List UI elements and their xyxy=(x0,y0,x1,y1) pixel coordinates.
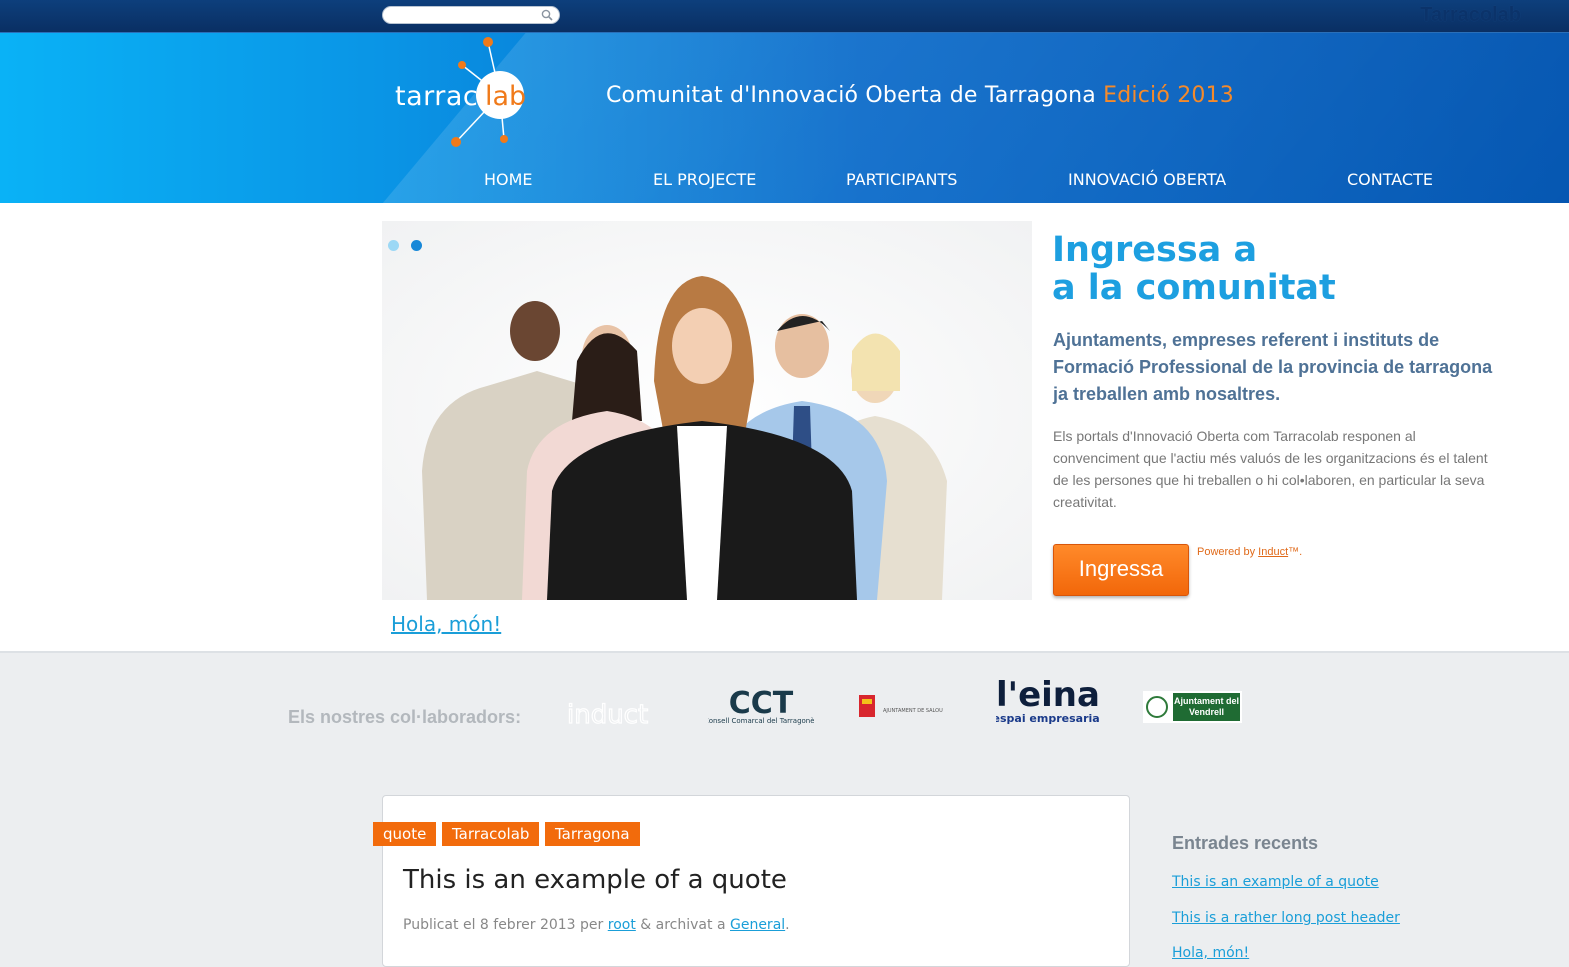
meta-prefix: Publicat el 8 febrer 2013 per xyxy=(403,917,604,933)
author-link[interactable]: root xyxy=(608,917,636,933)
cct-logo[interactable]: CCT Consell Comarcal del Tarragonès xyxy=(708,686,814,726)
nav-item-innovacio-oberta[interactable]: INNOVACIÓ OBERTA xyxy=(1068,170,1226,189)
induct-link[interactable]: Induct xyxy=(1258,546,1288,558)
tag-tarragona[interactable]: Tarragona xyxy=(545,822,640,846)
slide-title-link[interactable]: Hola, món! xyxy=(391,612,501,636)
vendrell-logo[interactable]: Ajuntament del Vendrell xyxy=(1143,691,1242,723)
logo-text: tarraco xyxy=(395,81,496,112)
nav-item-participants[interactable]: PARTICIPANTS xyxy=(846,170,957,189)
ingressa-button[interactable]: Ingressa xyxy=(1053,544,1189,596)
powered-prefix: Powered by xyxy=(1197,546,1256,558)
team-photo xyxy=(382,221,1032,600)
cct-logo-text: CCT xyxy=(729,686,794,721)
powered-by: Powered by Induct™. xyxy=(1197,546,1302,558)
slide-dot-1[interactable] xyxy=(388,240,399,251)
edition-label: Edició 2013 xyxy=(1103,83,1234,108)
hero-heading: Ingressa a a la comunitat xyxy=(1052,231,1452,307)
top-bar: Tarracolab xyxy=(0,0,1569,33)
main-nav: HOME EL PROJECTE PARTICIPANTS INNOVACIÓ … xyxy=(0,170,1569,200)
recent-post-link[interactable]: This is a rather long post header xyxy=(1172,910,1400,926)
eina-logo[interactable]: l'eina espai empresarial xyxy=(996,672,1100,726)
eina-logo-text: l'eina xyxy=(996,675,1100,715)
tagline-text: Comunitat d'Innovació Oberta de Tarragon… xyxy=(606,83,1096,108)
hero-body: Els portals d'Innovació Oberta com Tarra… xyxy=(1053,428,1488,510)
recent-posts-heading: Entrades recents xyxy=(1172,833,1319,853)
search-input[interactable] xyxy=(382,6,560,24)
powered-suffix: ™. xyxy=(1288,546,1303,558)
tag-tarracolab[interactable]: Tarracolab xyxy=(442,822,540,846)
site-header: tarraco lab Comunitat d'Innovació Oberta… xyxy=(0,33,1569,203)
hero-heading-line-1: Ingressa a xyxy=(1052,230,1258,270)
site-tagline: Comunitat d'Innovació Oberta de Tarragon… xyxy=(606,83,1234,108)
nav-item-contacte[interactable]: CONTACTE xyxy=(1347,170,1433,189)
slide-dot-2[interactable] xyxy=(411,240,422,251)
induct-logo-text: induct xyxy=(567,700,648,730)
salou-logo-text: AJUNTAMENT DE SALOU xyxy=(883,708,943,714)
logo-text-accent: lab xyxy=(485,81,527,112)
post-meta: Publicat el 8 febrer 2013 per root & arc… xyxy=(403,917,790,933)
search-icon[interactable] xyxy=(541,9,553,21)
recent-post-link[interactable]: This is an example of a quote xyxy=(1172,874,1379,890)
meta-suffix: . xyxy=(785,917,790,933)
recent-post-link[interactable]: Hola, món! xyxy=(1172,945,1249,961)
collaborators-label: Els nostres col·laboradors: xyxy=(288,707,522,727)
eina-logo-subtext: espai empresarial xyxy=(996,712,1100,725)
salou-logo[interactable]: AJUNTAMENT DE SALOU xyxy=(857,691,957,725)
site-title: Tarracolab xyxy=(1420,4,1521,26)
nav-item-home[interactable]: HOME xyxy=(484,170,533,189)
post-title[interactable]: This is an example of a quote xyxy=(403,865,787,895)
meta-mid: & archivat a xyxy=(640,917,726,933)
nav-item-el-projecte[interactable]: EL PROJECTE xyxy=(653,170,756,189)
category-link[interactable]: General xyxy=(730,917,785,933)
vendrell-logo-text: Ajuntament del Vendrell xyxy=(1173,696,1239,717)
induct-logo[interactable]: induct xyxy=(565,697,670,731)
tag-quote[interactable]: quote xyxy=(373,822,437,846)
hero-heading-line-2: a la comunitat xyxy=(1052,268,1336,308)
cct-logo-subtext: Consell Comarcal del Tarragonès xyxy=(708,717,814,725)
hero-subtitle: Ajuntaments, empreses referent i institu… xyxy=(1053,330,1493,404)
hero-slider: Hola, món! Ingressa a a la comunitat Aju… xyxy=(0,203,1569,653)
